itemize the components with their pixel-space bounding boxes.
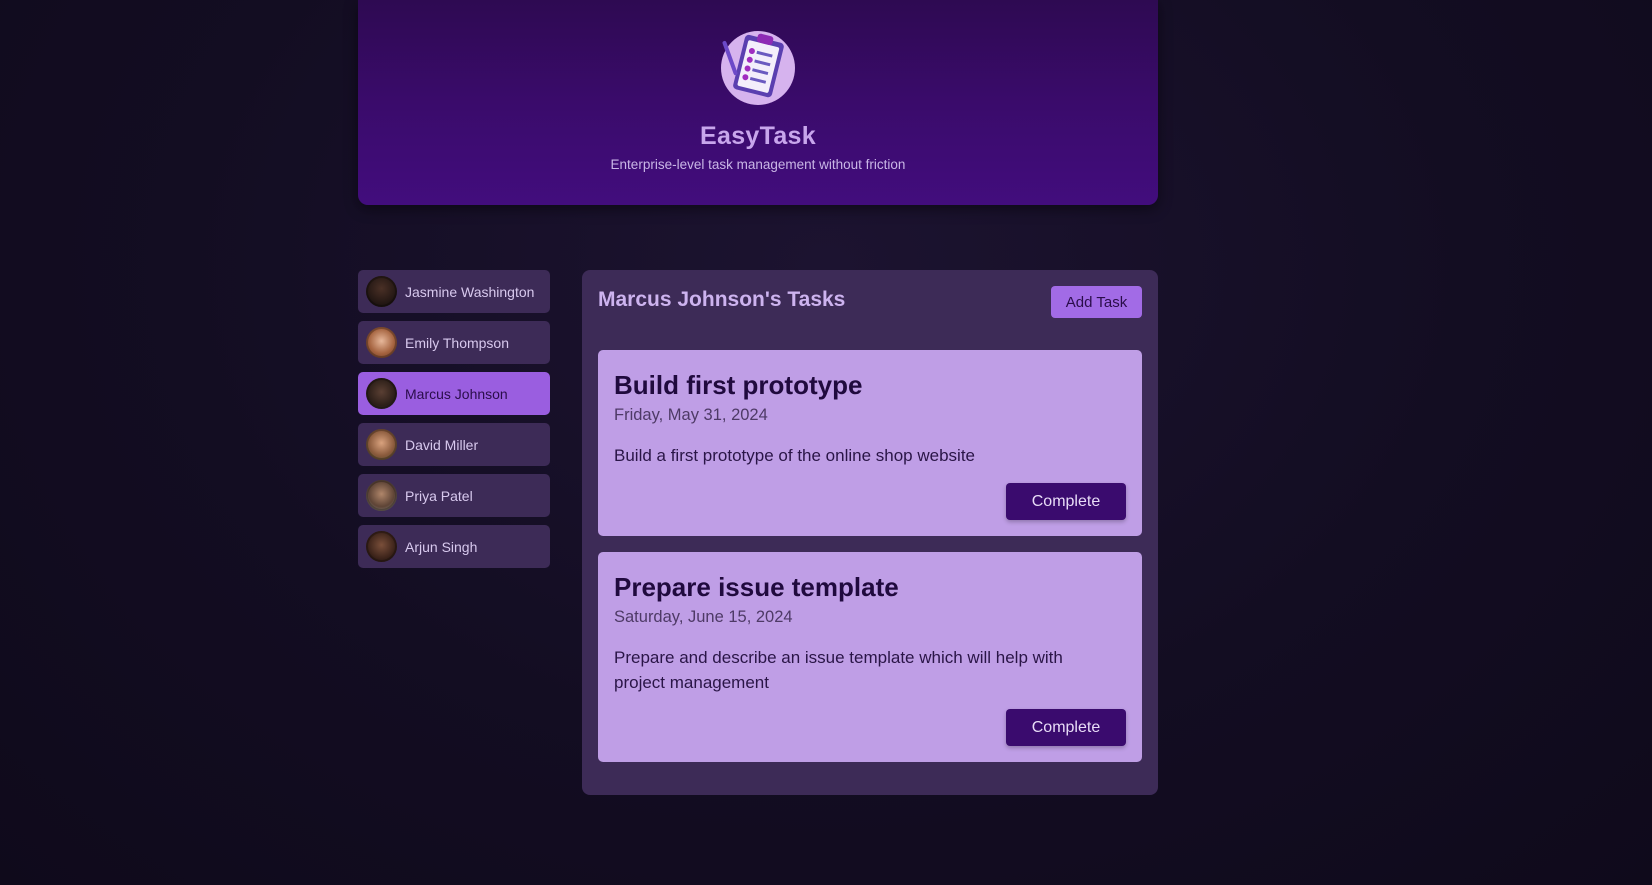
avatar (366, 480, 397, 511)
user-item-jasmine-washington[interactable]: Jasmine Washington (358, 270, 550, 313)
avatar (366, 327, 397, 358)
user-name: Jasmine Washington (405, 283, 535, 300)
user-item-david-miller[interactable]: David Miller (358, 423, 550, 466)
app-tagline: Enterprise-level task management without… (610, 157, 906, 172)
user-name: Priya Patel (405, 487, 473, 504)
app-root: EasyTask Enterprise-level task managemen… (0, 0, 1652, 885)
user-name: Emily Thompson (405, 334, 510, 351)
task-date: Saturday, June 15, 2024 (614, 608, 793, 626)
tasks-title: Marcus Johnson's Tasks (598, 288, 846, 311)
task-title: Build first prototype (614, 370, 863, 400)
task-description: Build a first prototype of the online sh… (614, 446, 975, 465)
tasks-panel: Marcus Johnson's Tasks Add Task Build fi… (582, 270, 1158, 795)
user-item-arjun-singh[interactable]: Arjun Singh (358, 525, 550, 568)
task-card: Build first prototype Friday, May 31, 20… (598, 350, 1142, 536)
task-description: Prepare and describe an issue template w… (614, 648, 1063, 692)
avatar (366, 429, 397, 460)
app-header: EasyTask Enterprise-level task managemen… (358, 0, 1158, 205)
avatar (366, 531, 397, 562)
app-title: EasyTask (700, 122, 816, 150)
user-item-priya-patel[interactable]: Priya Patel (358, 474, 550, 517)
complete-button[interactable]: Complete (1006, 483, 1126, 520)
user-item-emily-thompson[interactable]: Emily Thompson (358, 321, 550, 364)
user-item-marcus-johnson[interactable]: Marcus Johnson (358, 372, 550, 415)
user-name: David Miller (405, 436, 479, 453)
complete-button[interactable]: Complete (1006, 709, 1126, 746)
avatar (366, 276, 397, 307)
task-title: Prepare issue template (614, 572, 899, 602)
task-card: Prepare issue template Saturday, June 15… (598, 552, 1142, 762)
user-list: Jasmine Washington Emily Thompson Marcus… (358, 270, 550, 576)
avatar (366, 378, 397, 409)
user-name: Arjun Singh (405, 538, 478, 555)
task-date: Friday, May 31, 2024 (614, 406, 768, 424)
add-task-button[interactable]: Add Task (1051, 286, 1142, 318)
clipboard-checklist-icon (721, 31, 795, 105)
user-name: Marcus Johnson (405, 385, 508, 402)
